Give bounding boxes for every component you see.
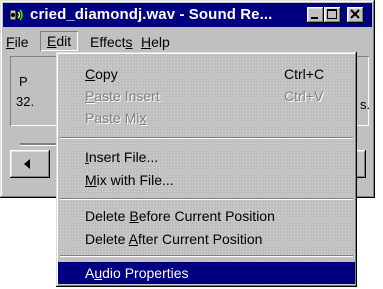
insert-file-label-post: nsert File...	[88, 149, 159, 165]
menu-help-hotkey: H	[141, 34, 152, 50]
menu-item-paste-insert[interactable]: Paste Insert Ctrl+V	[58, 85, 355, 107]
title-bar[interactable]: cried_diamondj.wav - Sound Re...	[3, 3, 372, 27]
menu-item-audio-properties[interactable]: Audio Properties	[58, 262, 355, 284]
menu-separator	[60, 255, 353, 257]
menu-file-label-post: ile	[14, 34, 29, 50]
menu-item-copy-label: Copy	[85, 63, 118, 85]
paste-mix-label-pre: Paste Mi	[85, 110, 140, 126]
copy-hotkey: C	[85, 66, 96, 82]
menu-separator	[60, 137, 353, 139]
edit-menu-dropdown: Copy Ctrl+C Paste Insert Ctrl+V Paste Mi…	[56, 52, 357, 287]
window-title: cried_diamondj.wav - Sound Re...	[30, 6, 273, 23]
menu-item-paste-mix-label: Paste Mix	[85, 107, 146, 129]
menu-item-paste-insert-label: Paste Insert	[85, 85, 160, 107]
length-value-suffix: s.	[360, 97, 371, 112]
paste-insert-label-post: aste Insert	[94, 88, 160, 104]
menu-item-delete-before[interactable]: Delete Before Current Position	[58, 205, 355, 227]
mix-file-label-post: ix with File...	[96, 172, 174, 188]
menu-item-mix-with-file-label: Mix with File...	[85, 169, 174, 191]
menu-item-delete-after-label: Delete After Current Position	[85, 228, 262, 250]
delete-after-hotkey: A	[128, 231, 138, 247]
menu-item-delete-after[interactable]: Delete After Current Position	[58, 228, 355, 250]
seek-to-start-button[interactable]	[10, 150, 50, 178]
audio-properties-label-pre: A	[85, 265, 95, 281]
menu-effects-label-pre: Effect	[90, 34, 126, 50]
delete-before-hotkey: B	[129, 208, 139, 224]
position-slider-track[interactable]	[20, 143, 60, 146]
minimize-button[interactable]	[307, 7, 324, 23]
close-button[interactable]	[347, 7, 364, 23]
delete-before-label-pre: Delete	[85, 208, 130, 224]
audio-properties-label-post: dio Properties	[102, 265, 189, 281]
menu-item-paste-mix[interactable]: Paste Mix	[58, 107, 355, 129]
audio-properties-hotkey: u	[94, 265, 103, 281]
delete-after-label-post: fter Current Position	[137, 231, 263, 247]
menu-edit[interactable]: Edit	[40, 31, 78, 51]
menu-item-insert-file[interactable]: Insert File...	[58, 146, 355, 168]
menu-item-copy-shortcut: Ctrl+C	[284, 66, 325, 82]
menu-effects[interactable]: Effects	[90, 33, 133, 51]
menu-help-label-post: elp	[151, 34, 170, 50]
delete-after-label-pre: Delete	[85, 231, 129, 247]
maximize-button[interactable]	[324, 7, 341, 23]
menu-item-mix-with-file[interactable]: Mix with File...	[58, 169, 355, 191]
minimize-icon	[311, 17, 318, 19]
paste-insert-hotkey: P	[85, 88, 95, 104]
menu-item-audio-properties-label: Audio Properties	[85, 262, 189, 284]
close-icon	[350, 9, 360, 19]
delete-before-label-post: efore Current Position	[138, 208, 275, 224]
paste-mix-hotkey: x	[139, 110, 147, 126]
menu-file[interactable]: File	[6, 33, 29, 51]
maximize-icon	[327, 9, 337, 19]
menu-bar: File Edit Effects Help	[4, 30, 370, 52]
rewind-icon	[24, 159, 30, 169]
sound-recorder-icon[interactable]	[9, 7, 25, 23]
menu-edit-hotkey: E	[47, 33, 57, 49]
menu-file-hotkey: F	[6, 34, 15, 50]
menu-effects-hotkey: s	[125, 34, 133, 50]
position-value: 32.	[16, 94, 35, 109]
menu-separator	[60, 198, 353, 200]
menu-item-delete-before-label: Delete Before Current Position	[85, 205, 275, 227]
menu-edit-label-post: dit	[56, 33, 72, 49]
mix-file-hotkey: M	[85, 172, 97, 188]
copy-label-post: opy	[95, 66, 118, 82]
menu-item-copy[interactable]: Copy Ctrl+C	[58, 63, 355, 85]
menu-item-insert-file-label: Insert File...	[85, 146, 158, 168]
menu-help[interactable]: Help	[141, 33, 170, 51]
menu-item-paste-insert-shortcut: Ctrl+V	[284, 88, 324, 104]
position-label: P	[19, 74, 28, 89]
